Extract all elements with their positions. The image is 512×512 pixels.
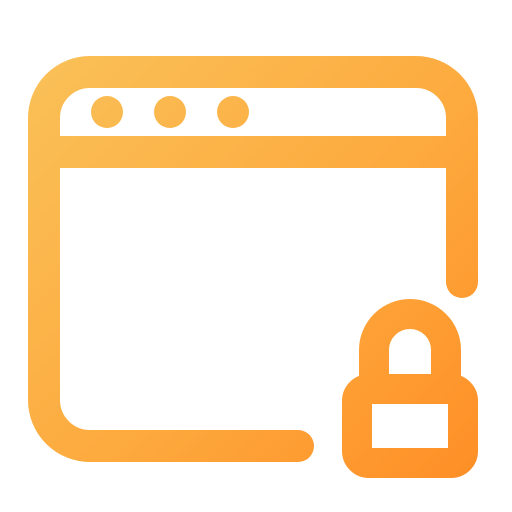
icon-svg xyxy=(28,56,478,478)
window-dot-3 xyxy=(217,96,249,128)
lock-shackle xyxy=(359,299,461,395)
window-dot-1 xyxy=(91,96,123,128)
lock-icon xyxy=(342,299,478,478)
lock-body xyxy=(342,374,478,478)
window-dot-2 xyxy=(154,96,186,128)
browser-window-lock-icon xyxy=(0,0,512,512)
